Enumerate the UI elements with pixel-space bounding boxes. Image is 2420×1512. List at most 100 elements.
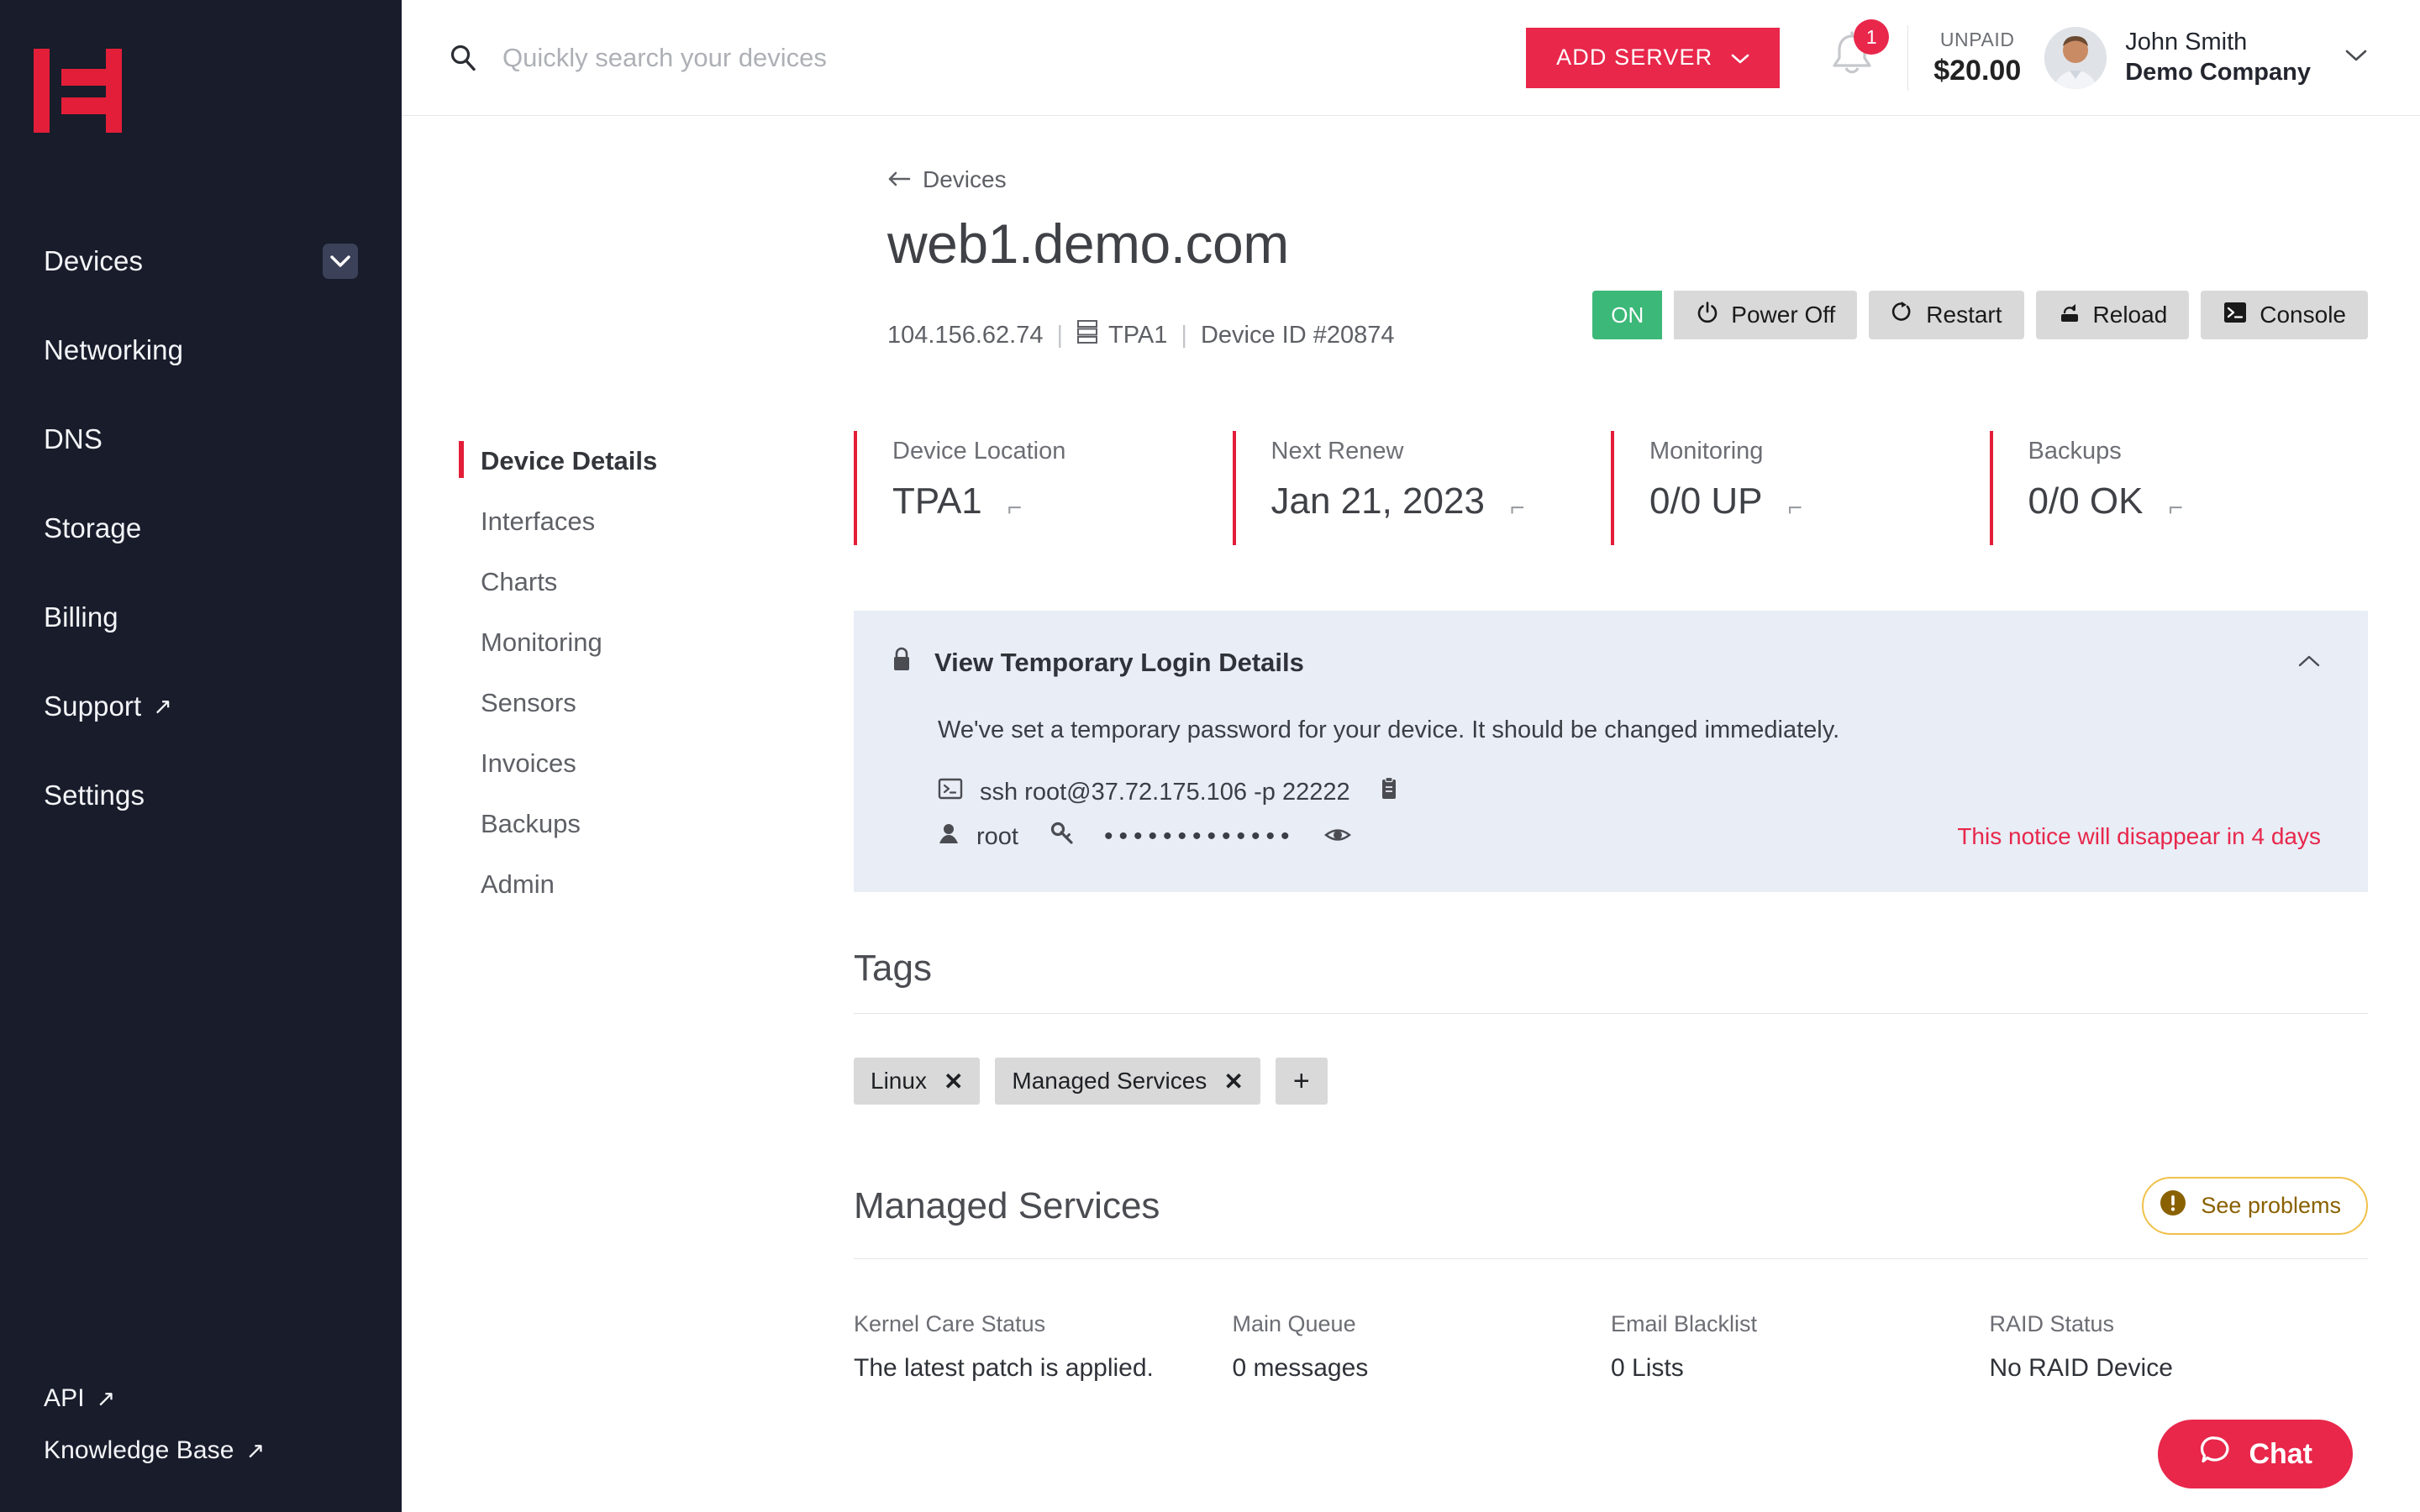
reload-button[interactable]: Reload [2035,291,2190,339]
sidebar-item-dns[interactable]: DNS [0,395,402,484]
hivelocity-logo-icon[interactable] [34,49,122,133]
sidebar-item-support[interactable]: Support ↗ [0,662,402,751]
sidebar-bottom-links: API ↗ Knowledge Base ↗ [0,1373,402,1477]
tag-chip[interactable]: Linux ✕ [854,1058,981,1105]
tab-monitoring[interactable]: Monitoring [459,612,854,673]
unpaid-label: UNPAID [1939,28,2015,50]
stat-card-next-renew[interactable]: Next Renew Jan 21, 2023 ⌐ [1232,431,1612,545]
stat-card-backups[interactable]: Backups 0/0 OK ⌐ [1989,431,2369,545]
copy-icon[interactable] [1379,776,1399,808]
breadcrumb-back-devices[interactable]: Devices [887,166,2368,193]
user-menu-chevron-down-icon[interactable] [2344,49,2368,66]
managed-services-title: Managed Services [854,1184,1160,1226]
meta-separator: | [1181,321,1187,349]
unpaid-amount: $20.00 [1933,54,2022,87]
stat-value: 0/0 OK [2028,480,2144,522]
sidebar-item-storage[interactable]: Storage [0,484,402,573]
see-problems-button[interactable]: See problems [2142,1177,2368,1235]
expand-corner-icon[interactable]: ⌐ [1510,496,1525,521]
device-location: TPA1 [1076,319,1167,351]
sidebar-item-label: Devices [44,245,144,276]
add-server-button[interactable]: ADD SERVER [1526,27,1781,88]
managed-services-header: Managed Services See problems [854,1177,2368,1259]
stat-card-monitoring[interactable]: Monitoring 0/0 UP ⌐ [1611,431,1990,545]
page-meta-row: 104.156.62.74 | TPA1 | Device ID #20874 … [887,291,2368,351]
breadcrumb-label: Devices [923,166,1007,192]
key-icon [1050,822,1076,852]
notifications-button[interactable]: 1 [1827,19,1890,86]
stat-card-device-location[interactable]: Device Location TPA1 ⌐ [854,431,1233,545]
chat-button[interactable]: Chat [2158,1420,2353,1488]
tag-label: Linux [871,1068,927,1094]
search-wrap [449,42,1527,73]
eye-icon[interactable] [1323,823,1351,851]
avatar[interactable] [2044,26,2107,89]
details-panel: Device Location TPA1 ⌐ Next Renew Jan 21… [854,431,2368,1383]
ms-value: The latest patch is applied. [854,1354,1154,1382]
topbar: ADD SERVER 1 UNPAID $20.00 [402,0,2420,116]
chevron-up-icon[interactable] [2297,654,2321,672]
sidebar-item-billing[interactable]: Billing [0,573,402,662]
external-link-icon: ↗ [96,1385,116,1411]
chat-bubble-icon [2198,1434,2232,1475]
login-username: root [976,822,1018,850]
sidebar-item-networking[interactable]: Networking [0,306,402,395]
stat-value: 0/0 UP [1649,480,1763,522]
view-temporary-login-toggle[interactable]: View Temporary Login Details [891,646,1304,680]
tab-label: Monitoring [481,627,602,657]
tag-chip[interactable]: Managed Services ✕ [995,1058,1260,1105]
power-off-button[interactable]: Power Off [1674,291,1858,339]
add-server-label: ADD SERVER [1556,45,1713,70]
unpaid-balance[interactable]: UNPAID $20.00 [1933,29,2021,87]
console-button[interactable]: Console [2201,291,2368,339]
lock-icon [891,646,913,680]
tab-charts[interactable]: Charts [459,552,854,612]
tab-sensors[interactable]: Sensors [459,673,854,733]
sidebar-item-settings[interactable]: Settings [0,751,402,840]
user-info[interactable]: John Smith Demo Company [2125,28,2311,87]
tab-label: Backups [481,809,581,838]
sidebar-item-knowledge-base[interactable]: Knowledge Base ↗ [0,1425,402,1477]
sidebar-item-api[interactable]: API ↗ [0,1373,402,1425]
remove-tag-icon[interactable]: ✕ [944,1068,963,1095]
power-off-label: Power Off [1731,302,1836,328]
remove-tag-icon[interactable]: ✕ [1223,1068,1243,1095]
sidebar: Devices Networking DNS Storage Billing S… [0,0,402,1512]
notice-header: View Temporary Login Details [891,646,2321,680]
sidebar-item-label: Storage [44,512,142,543]
tags-header: Tags [854,948,2368,1014]
search-input[interactable] [502,42,1527,73]
tab-label: Invoices [481,748,576,778]
sidebar-item-devices[interactable]: Devices [0,217,402,306]
stat-value: TPA1 [892,480,982,522]
sidebar-nav: Devices Networking DNS Storage Billing S… [0,217,402,840]
ssh-command: ssh root@37.72.175.106 -p 22222 [980,778,1350,806]
tab-admin[interactable]: Admin [459,854,854,915]
restart-button[interactable]: Restart [1869,291,2024,339]
ms-value: 0 Lists [1611,1354,1684,1382]
expand-corner-icon[interactable]: ⌐ [2168,496,2183,521]
user-icon [938,822,960,852]
add-tag-button[interactable]: + [1275,1058,1328,1105]
page-header: Devices web1.demo.com 104.156.62.74 | TP… [402,166,2420,351]
restart-icon [1891,301,1914,330]
chevron-down-icon[interactable] [323,244,358,279]
page-title: web1.demo.com [887,213,1289,275]
device-tabs: Device Details Interfaces Charts Monitor… [449,431,854,1383]
tab-interfaces[interactable]: Interfaces [459,491,854,552]
tab-backups[interactable]: Backups [459,794,854,854]
tab-device-details[interactable]: Device Details [459,431,854,491]
ms-label: RAID Status [1989,1311,2115,1336]
notice-expiry-text: This notice will disappear in 4 days [1957,823,2321,849]
device-meta: 104.156.62.74 | TPA1 | Device ID #20874 [887,319,1394,351]
expand-corner-icon[interactable]: ⌐ [1788,496,1803,521]
ms-value: No RAID Device [1989,1354,2173,1382]
search-icon [449,44,477,72]
tab-label: Admin [481,869,555,899]
bell-icon [1827,31,1877,85]
restart-label: Restart [1926,302,2002,328]
tab-invoices[interactable]: Invoices [459,733,854,794]
expand-corner-icon[interactable]: ⌐ [1007,496,1023,521]
user-company: Demo Company [2125,58,2311,86]
sidebar-item-label: Support [44,690,142,722]
